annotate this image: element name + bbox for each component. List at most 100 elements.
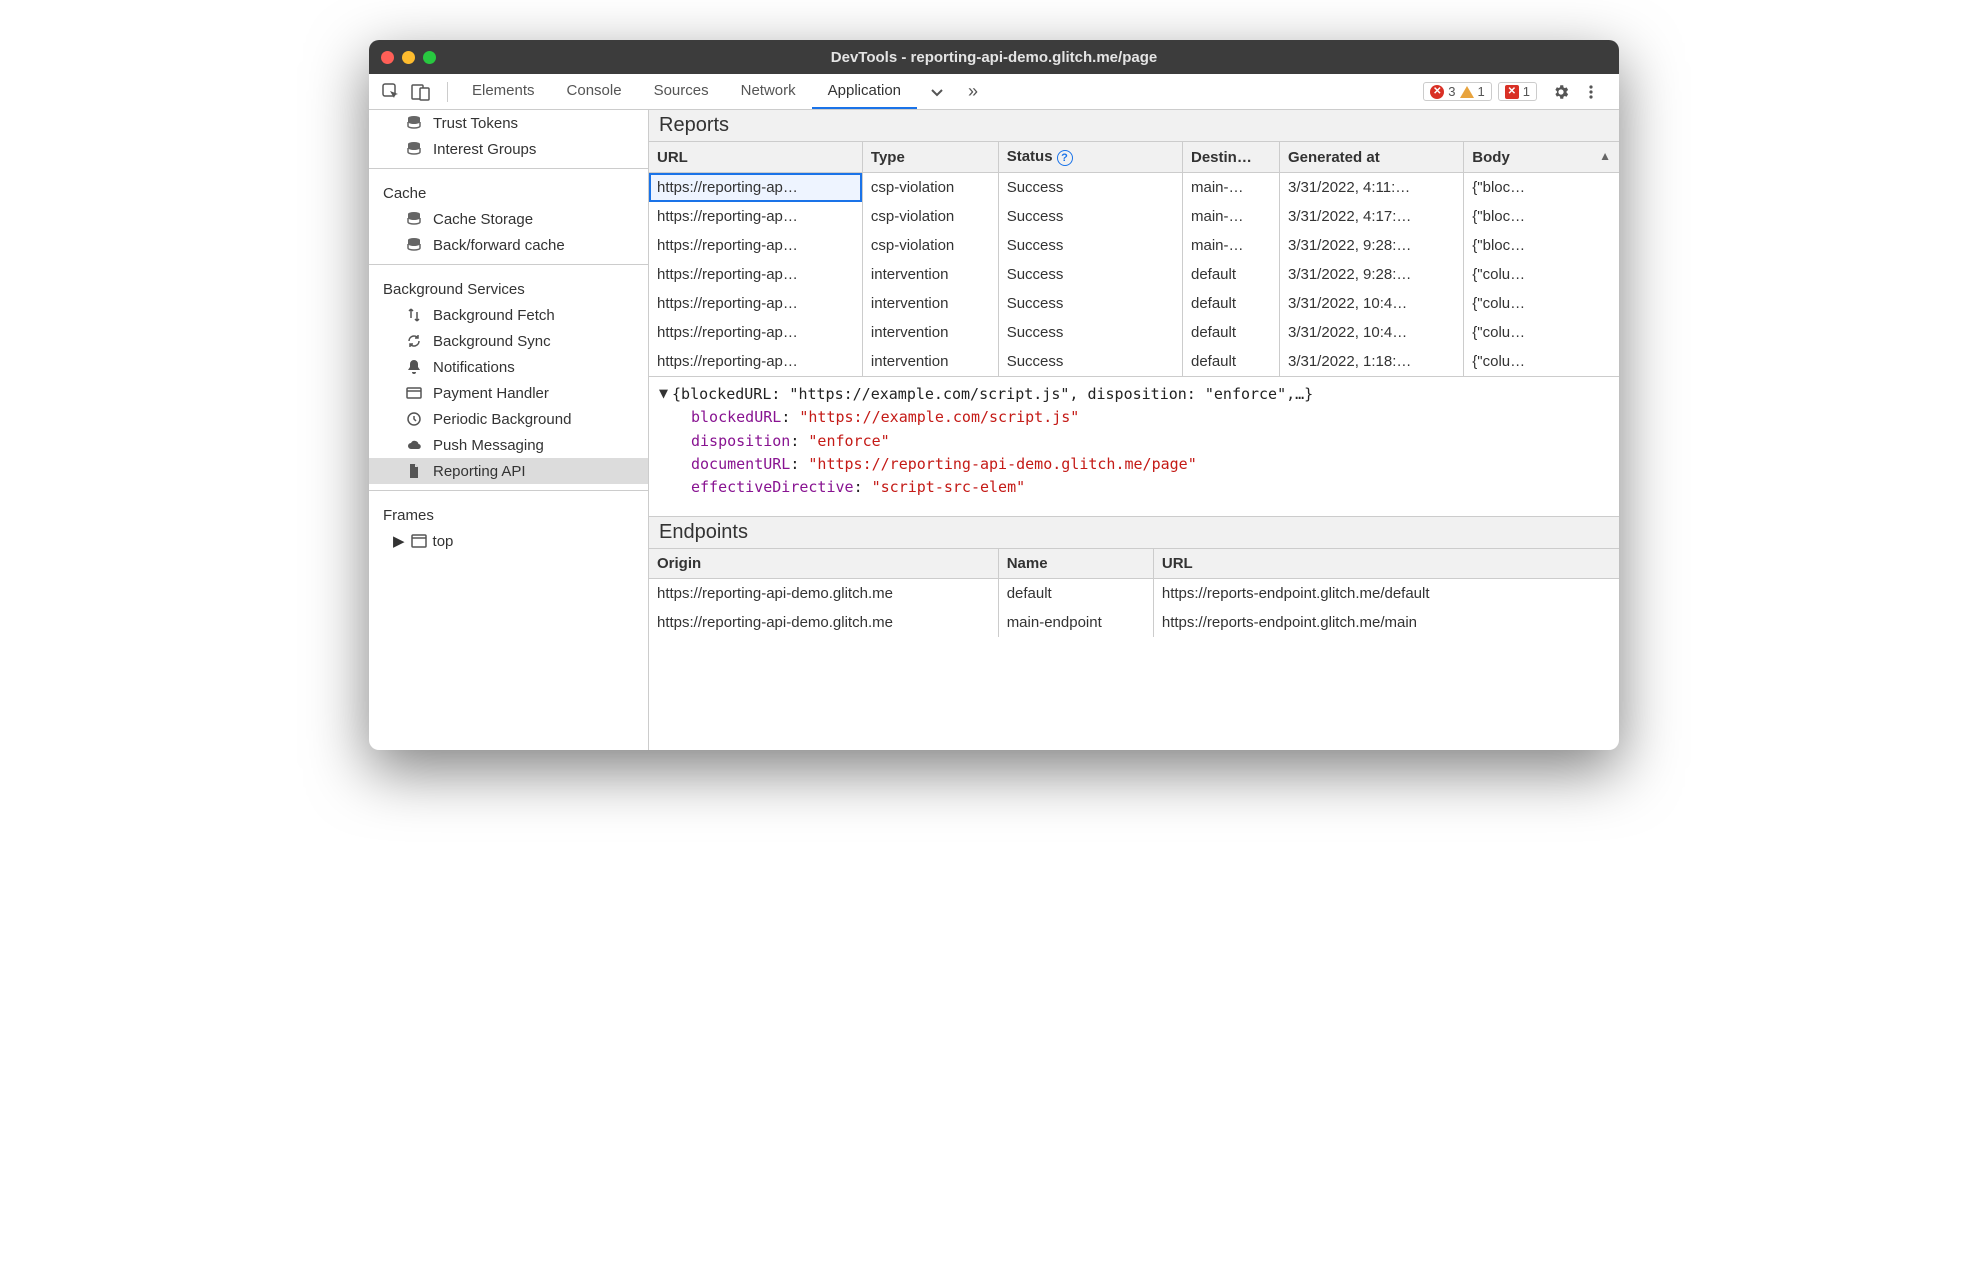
- window-icon: [411, 533, 427, 549]
- sidebar-group-bg: Background Services: [369, 271, 648, 302]
- endpoints-header-row: Origin Name URL: [649, 549, 1619, 579]
- col-name[interactable]: Name: [998, 549, 1153, 579]
- panel-tabs: Elements Console Sources Network Applica…: [456, 74, 917, 109]
- minimize-icon[interactable]: [402, 51, 415, 64]
- titlebar: DevTools - reporting-api-demo.glitch.me/…: [369, 40, 1619, 74]
- sidebar-item-bf-cache[interactable]: Back/forward cache: [369, 232, 648, 258]
- cell-type: csp-violation: [862, 173, 998, 203]
- content-area: Trust Tokens Interest Groups Cache Cache…: [369, 110, 1619, 750]
- error-icon: ✕: [1430, 85, 1444, 99]
- tab-sources[interactable]: Sources: [638, 74, 725, 109]
- cell-dest: main-…: [1182, 173, 1279, 203]
- device-icon[interactable]: [409, 80, 433, 104]
- sidebar-item-trust-tokens[interactable]: Trust Tokens: [369, 110, 648, 136]
- sidebar-item-cache-storage[interactable]: Cache Storage: [369, 206, 648, 232]
- main-toolbar: Elements Console Sources Network Applica…: [369, 74, 1619, 110]
- cell-body: {"colu…: [1464, 347, 1619, 376]
- table-row[interactable]: https://reporting-ap…csp-violationSucces…: [649, 231, 1619, 260]
- cell-type: intervention: [862, 260, 998, 289]
- sidebar-item-label: Interest Groups: [433, 141, 536, 158]
- kebab-icon[interactable]: [1579, 80, 1603, 104]
- disclosure-triangle-icon[interactable]: ▼: [659, 382, 668, 405]
- sidebar-item-bg-fetch[interactable]: Background Fetch: [369, 302, 648, 328]
- col-origin[interactable]: Origin: [649, 549, 998, 579]
- sidebar-divider: [369, 490, 648, 491]
- sidebar-item-frame-top[interactable]: ▶ top: [369, 528, 648, 554]
- col-body[interactable]: Body▲: [1464, 142, 1619, 173]
- cell-status: Success: [998, 231, 1182, 260]
- cell-time: 3/31/2022, 4:17:…: [1279, 202, 1463, 231]
- cell-type: intervention: [862, 318, 998, 347]
- sidebar-group-cache: Cache: [369, 175, 648, 206]
- tab-console[interactable]: Console: [551, 74, 638, 109]
- cell-url: https://reports-endpoint.glitch.me/main: [1153, 608, 1619, 637]
- window-title: DevTools - reporting-api-demo.glitch.me/…: [369, 49, 1619, 66]
- error-warning-badge[interactable]: ✕ 3 1: [1423, 82, 1491, 101]
- close-icon[interactable]: [381, 51, 394, 64]
- table-row[interactable]: https://reporting-ap…interventionSuccess…: [649, 289, 1619, 318]
- sidebar-item-notifications[interactable]: Notifications: [369, 354, 648, 380]
- cell-origin: https://reporting-api-demo.glitch.me: [649, 608, 998, 637]
- more-tabs-icon[interactable]: [925, 80, 949, 104]
- cell-time: 3/31/2022, 9:28:…: [1279, 260, 1463, 289]
- col-endpoint-url[interactable]: URL: [1153, 549, 1619, 579]
- cell-status: Success: [998, 202, 1182, 231]
- cell-type: csp-violation: [862, 231, 998, 260]
- cell-type: intervention: [862, 347, 998, 376]
- sidebar-item-label: Back/forward cache: [433, 237, 565, 254]
- cell-url: https://reporting-ap…: [649, 318, 862, 347]
- cell-status: Success: [998, 318, 1182, 347]
- maximize-icon[interactable]: [423, 51, 436, 64]
- col-status[interactable]: Status?: [998, 142, 1182, 173]
- detail-property: effectiveDirective: "script-src-elem": [691, 476, 1609, 499]
- sidebar-item-push[interactable]: Push Messaging: [369, 432, 648, 458]
- tab-elements[interactable]: Elements: [456, 74, 551, 109]
- tab-network[interactable]: Network: [725, 74, 812, 109]
- cell-status: Success: [998, 260, 1182, 289]
- cell-type: csp-violation: [862, 202, 998, 231]
- table-row[interactable]: https://reporting-api-demo.glitch.memain…: [649, 608, 1619, 637]
- issues-badge[interactable]: ✕ 1: [1498, 82, 1537, 101]
- sidebar-item-interest-groups[interactable]: Interest Groups: [369, 136, 648, 162]
- cell-dest: main-…: [1182, 202, 1279, 231]
- detail-summary: {blockedURL: "https://example.com/script…: [672, 385, 1313, 403]
- table-row[interactable]: https://reporting-api-demo.glitch.medefa…: [649, 579, 1619, 609]
- settings-icon[interactable]: [1549, 80, 1573, 104]
- sidebar-item-bg-sync[interactable]: Background Sync: [369, 328, 648, 354]
- inspect-icon[interactable]: [379, 80, 403, 104]
- sidebar-item-payment[interactable]: Payment Handler: [369, 380, 648, 406]
- table-row[interactable]: https://reporting-ap…csp-violationSucces…: [649, 173, 1619, 203]
- table-row[interactable]: https://reporting-ap…interventionSuccess…: [649, 318, 1619, 347]
- clock-icon: [405, 410, 423, 428]
- sort-asc-icon: ▲: [1599, 149, 1611, 163]
- cell-time: 3/31/2022, 10:4…: [1279, 318, 1463, 347]
- reports-heading: Reports: [649, 110, 1619, 142]
- cell-status: Success: [998, 347, 1182, 376]
- detail-property: documentURL: "https://reporting-api-demo…: [691, 453, 1609, 476]
- col-destination[interactable]: Destin…: [1182, 142, 1279, 173]
- cell-dest: default: [1182, 318, 1279, 347]
- col-url[interactable]: URL: [649, 142, 862, 173]
- disclosure-triangle-icon[interactable]: ▶: [393, 532, 405, 550]
- help-icon[interactable]: ?: [1057, 150, 1073, 166]
- sidebar-item-reporting-api[interactable]: Reporting API: [369, 458, 648, 484]
- table-row[interactable]: https://reporting-ap…interventionSuccess…: [649, 347, 1619, 376]
- table-row[interactable]: https://reporting-ap…csp-violationSucces…: [649, 202, 1619, 231]
- cell-name: default: [998, 579, 1153, 609]
- cell-dest: default: [1182, 289, 1279, 318]
- col-type[interactable]: Type: [862, 142, 998, 173]
- sidebar-item-label: Cache Storage: [433, 211, 533, 228]
- sidebar-item-label: Background Fetch: [433, 307, 555, 324]
- report-body-detail: ▼{blockedURL: "https://example.com/scrip…: [649, 376, 1619, 516]
- overflow-chevrons-icon[interactable]: »: [961, 80, 985, 104]
- sidebar-group-frames: Frames: [369, 497, 648, 528]
- sidebar-item-periodic[interactable]: Periodic Background: [369, 406, 648, 432]
- col-generated-at[interactable]: Generated at: [1279, 142, 1463, 173]
- cell-body: {"bloc…: [1464, 173, 1619, 203]
- sidebar-divider: [369, 264, 648, 265]
- endpoints-heading: Endpoints: [649, 516, 1619, 549]
- cell-dest: default: [1182, 347, 1279, 376]
- table-row[interactable]: https://reporting-ap…interventionSuccess…: [649, 260, 1619, 289]
- tab-application[interactable]: Application: [812, 74, 917, 109]
- issue-count: 1: [1523, 84, 1530, 99]
